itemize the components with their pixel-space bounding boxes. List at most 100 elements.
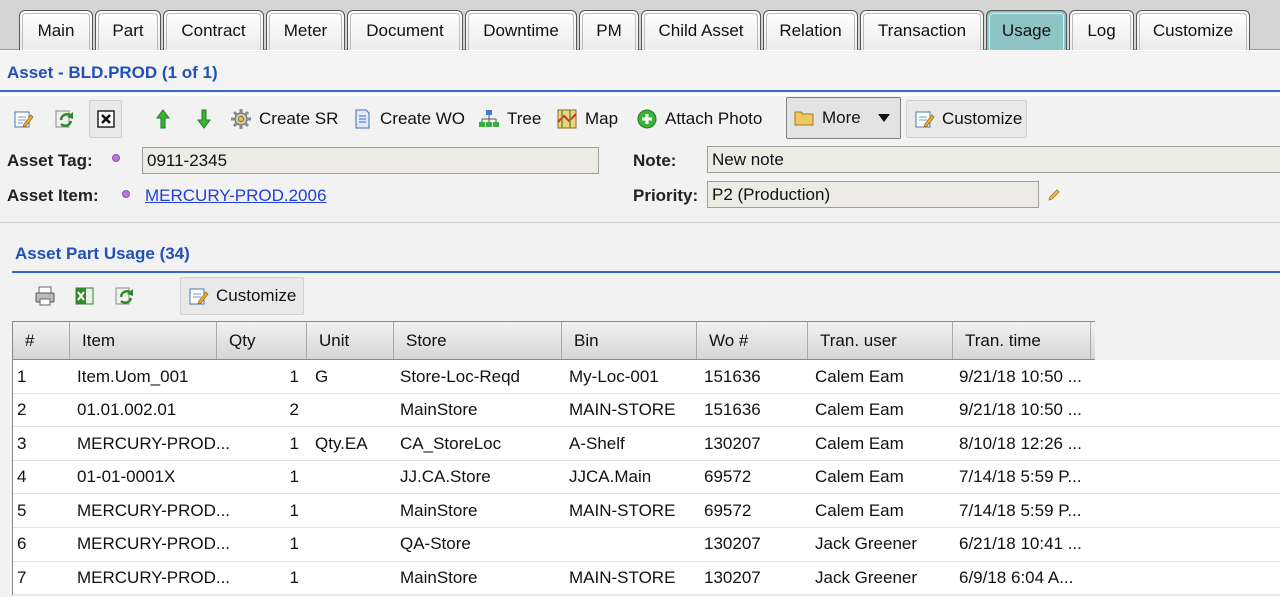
qty-cell: 1 (289, 366, 299, 386)
refresh-icon (115, 287, 134, 305)
row-number: 1 (17, 366, 27, 386)
attach-photo-label: Attach Photo (665, 109, 763, 128)
tree-label: Tree (507, 109, 542, 128)
tab-meter[interactable]: Meter (266, 10, 345, 50)
row-number: 3 (17, 433, 27, 453)
usage-section: Asset Part Usage (34) Customize # Item Q… (0, 222, 1280, 597)
tran-user-cell: Calem Eam (815, 366, 904, 386)
tree-button[interactable]: Tree (472, 100, 547, 138)
tab-contract[interactable]: Contract (163, 10, 264, 50)
tab-relation[interactable]: Relation (763, 10, 858, 50)
tab-pm[interactable]: PM (579, 10, 639, 50)
pencil-icon[interactable] (1047, 188, 1061, 202)
unit-cell (315, 461, 395, 494)
tran-time-cell: 9/21/18 10:50 ... (959, 400, 1082, 420)
excel-icon (75, 287, 94, 305)
more-menu-button[interactable]: More (786, 97, 901, 139)
tran-user-cell: Jack Greener (815, 568, 918, 588)
column-header-number[interactable]: # (13, 322, 70, 359)
asset-tag-field[interactable]: 0911-2345 (142, 147, 599, 174)
header-divider (0, 90, 1280, 92)
edit-icon (14, 111, 34, 128)
qty-cell: 2 (289, 400, 299, 420)
column-header-unit[interactable]: Unit (307, 322, 394, 359)
create-wo-label: Create WO (380, 109, 466, 128)
column-header-qty[interactable]: Qty (217, 322, 307, 359)
required-indicator-icon (122, 190, 130, 198)
table-row[interactable]: 6 MERCURY-PROD... 1 QA-Store 130207 Jack Gree… (13, 527, 1280, 562)
gear-icon (231, 109, 251, 129)
column-header-tran-user[interactable]: Tran. user (808, 322, 953, 359)
wo-cell: 130207 (704, 534, 761, 554)
usage-divider (12, 271, 1280, 273)
map-icon (557, 109, 577, 129)
bin-cell: MAIN-STORE (569, 500, 676, 520)
refresh-button[interactable] (48, 100, 82, 138)
asset-item-link[interactable]: MERCURY-PROD.2006 (145, 186, 326, 206)
column-header-tran-time[interactable]: Tran. time (953, 322, 1091, 359)
asset-tag-label: Asset Tag: (7, 151, 93, 170)
note-field[interactable]: New note (707, 146, 1280, 173)
customize-icon (189, 288, 209, 305)
customize-button[interactable]: Customize (906, 100, 1027, 138)
tab-label: Part (112, 20, 144, 40)
bin-cell: MAIN-STORE (569, 400, 676, 420)
tab-downtime[interactable]: Downtime (465, 10, 577, 50)
row-number: 4 (17, 467, 27, 487)
create-sr-button[interactable]: Create SR (224, 100, 344, 138)
store-cell: MainStore (400, 568, 478, 588)
table-row[interactable]: 3 MERCURY-PROD... 1 Qty.EA CA_StoreLoc A-Shel… (13, 427, 1280, 461)
tab-document[interactable]: Document (347, 10, 463, 50)
store-cell: MainStore (400, 500, 478, 520)
tran-user-cell: Calem Eam (815, 467, 904, 487)
grid-body: 1 Item.Uom_001 1 G Store-Loc-Reqd My-Loc-001 1… (12, 360, 1280, 596)
wo-cell: 130207 (704, 433, 761, 453)
tab-log[interactable]: Log (1069, 10, 1134, 50)
create-wo-button[interactable]: Create WO (345, 100, 471, 138)
usage-refresh-button[interactable] (110, 277, 140, 315)
tab-part[interactable]: Part (95, 10, 161, 50)
priority-field[interactable]: P2 (Production) (707, 181, 1039, 208)
tab-transaction[interactable]: Transaction (860, 10, 984, 50)
tab-label: Customize (1152, 20, 1234, 40)
tab-main[interactable]: Main (19, 10, 93, 50)
column-header-item[interactable]: Item (70, 322, 217, 359)
tab-label: Contract (181, 20, 246, 40)
store-cell: JJ.CA.Store (400, 467, 491, 487)
attach-photo-button[interactable]: Attach Photo (630, 100, 768, 138)
table-row[interactable]: 2 01.01.002.01 2 MainStore MAIN-STORE 151636 C… (13, 393, 1280, 428)
store-cell: MainStore (400, 400, 478, 420)
print-button[interactable] (30, 277, 60, 315)
wo-cell: 69572 (704, 467, 752, 487)
document-icon (355, 109, 370, 129)
wo-cell: 130207 (704, 568, 761, 588)
tab-child-asset[interactable]: Child Asset (641, 10, 761, 50)
close-button[interactable] (89, 100, 122, 138)
map-button[interactable]: Map (550, 100, 624, 138)
close-icon (96, 110, 115, 128)
column-header-store[interactable]: Store (394, 322, 562, 359)
move-up-button[interactable] (146, 100, 180, 138)
table-row[interactable]: 4 01-01-0001X 1 JJ.CA.Store JJCA.Main 69572 Ca… (13, 460, 1280, 495)
usage-customize-button[interactable]: Customize (180, 277, 304, 315)
tab-customize[interactable]: Customize (1136, 10, 1250, 50)
edit-button[interactable] (6, 100, 40, 138)
unit-cell (315, 528, 395, 561)
row-number: 6 (17, 534, 27, 554)
tab-label: Transaction (877, 20, 967, 40)
bin-cell: MAIN-STORE (569, 568, 676, 588)
export-excel-button[interactable] (70, 277, 100, 315)
column-header-bin[interactable]: Bin (562, 322, 697, 359)
table-row[interactable]: 5 MERCURY-PROD... 1 MainStore MAIN-STORE 6957… (13, 494, 1280, 528)
tran-time-cell: 9/21/18 10:50 ... (959, 366, 1082, 386)
tab-label: Log (1087, 20, 1116, 40)
wo-cell: 69572 (704, 500, 752, 520)
tab-usage[interactable]: Usage (986, 10, 1067, 50)
table-row[interactable]: 1 Item.Uom_001 1 G Store-Loc-Reqd My-Loc-001 1… (13, 360, 1280, 394)
column-header-wo[interactable]: Wo # (697, 322, 808, 359)
item-cell: 01-01-0001X (77, 467, 176, 487)
usage-customize-label: Customize (216, 286, 297, 305)
move-down-button[interactable] (187, 100, 221, 138)
add-circle-icon (637, 109, 657, 129)
table-row[interactable]: 7 MERCURY-PROD... 1 MainStore MAIN-STORE 1302… (13, 561, 1280, 596)
